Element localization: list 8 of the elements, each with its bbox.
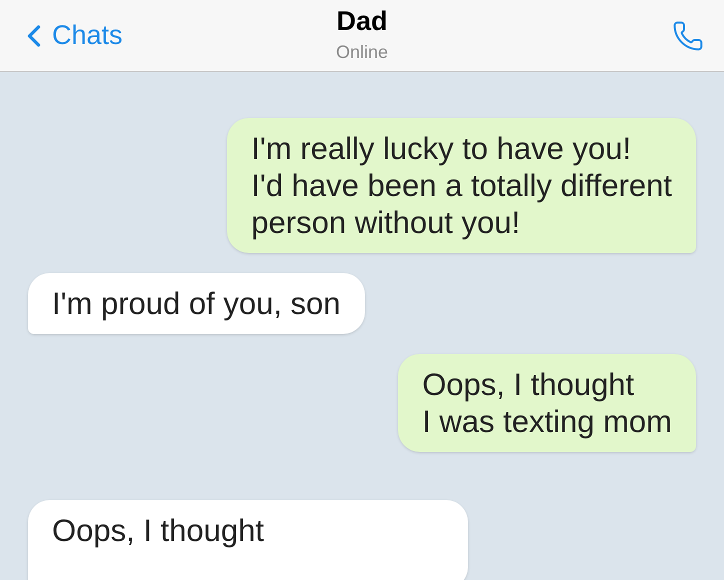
- sent-message-bubble: I'm really lucky to have you! I'd have been a totally different person without you!: [227, 118, 696, 253]
- received-message-bubble: Oops, I thought: [28, 500, 468, 580]
- phone-icon: [672, 20, 704, 52]
- contact-name: Dad: [336, 5, 388, 38]
- sent-message-bubble: Oops, I thought I was texting mom: [398, 354, 696, 452]
- back-button[interactable]: Chats: [16, 15, 166, 56]
- received-message-bubble: I'm proud of you, son: [28, 273, 365, 334]
- contact-status: Online: [336, 40, 388, 64]
